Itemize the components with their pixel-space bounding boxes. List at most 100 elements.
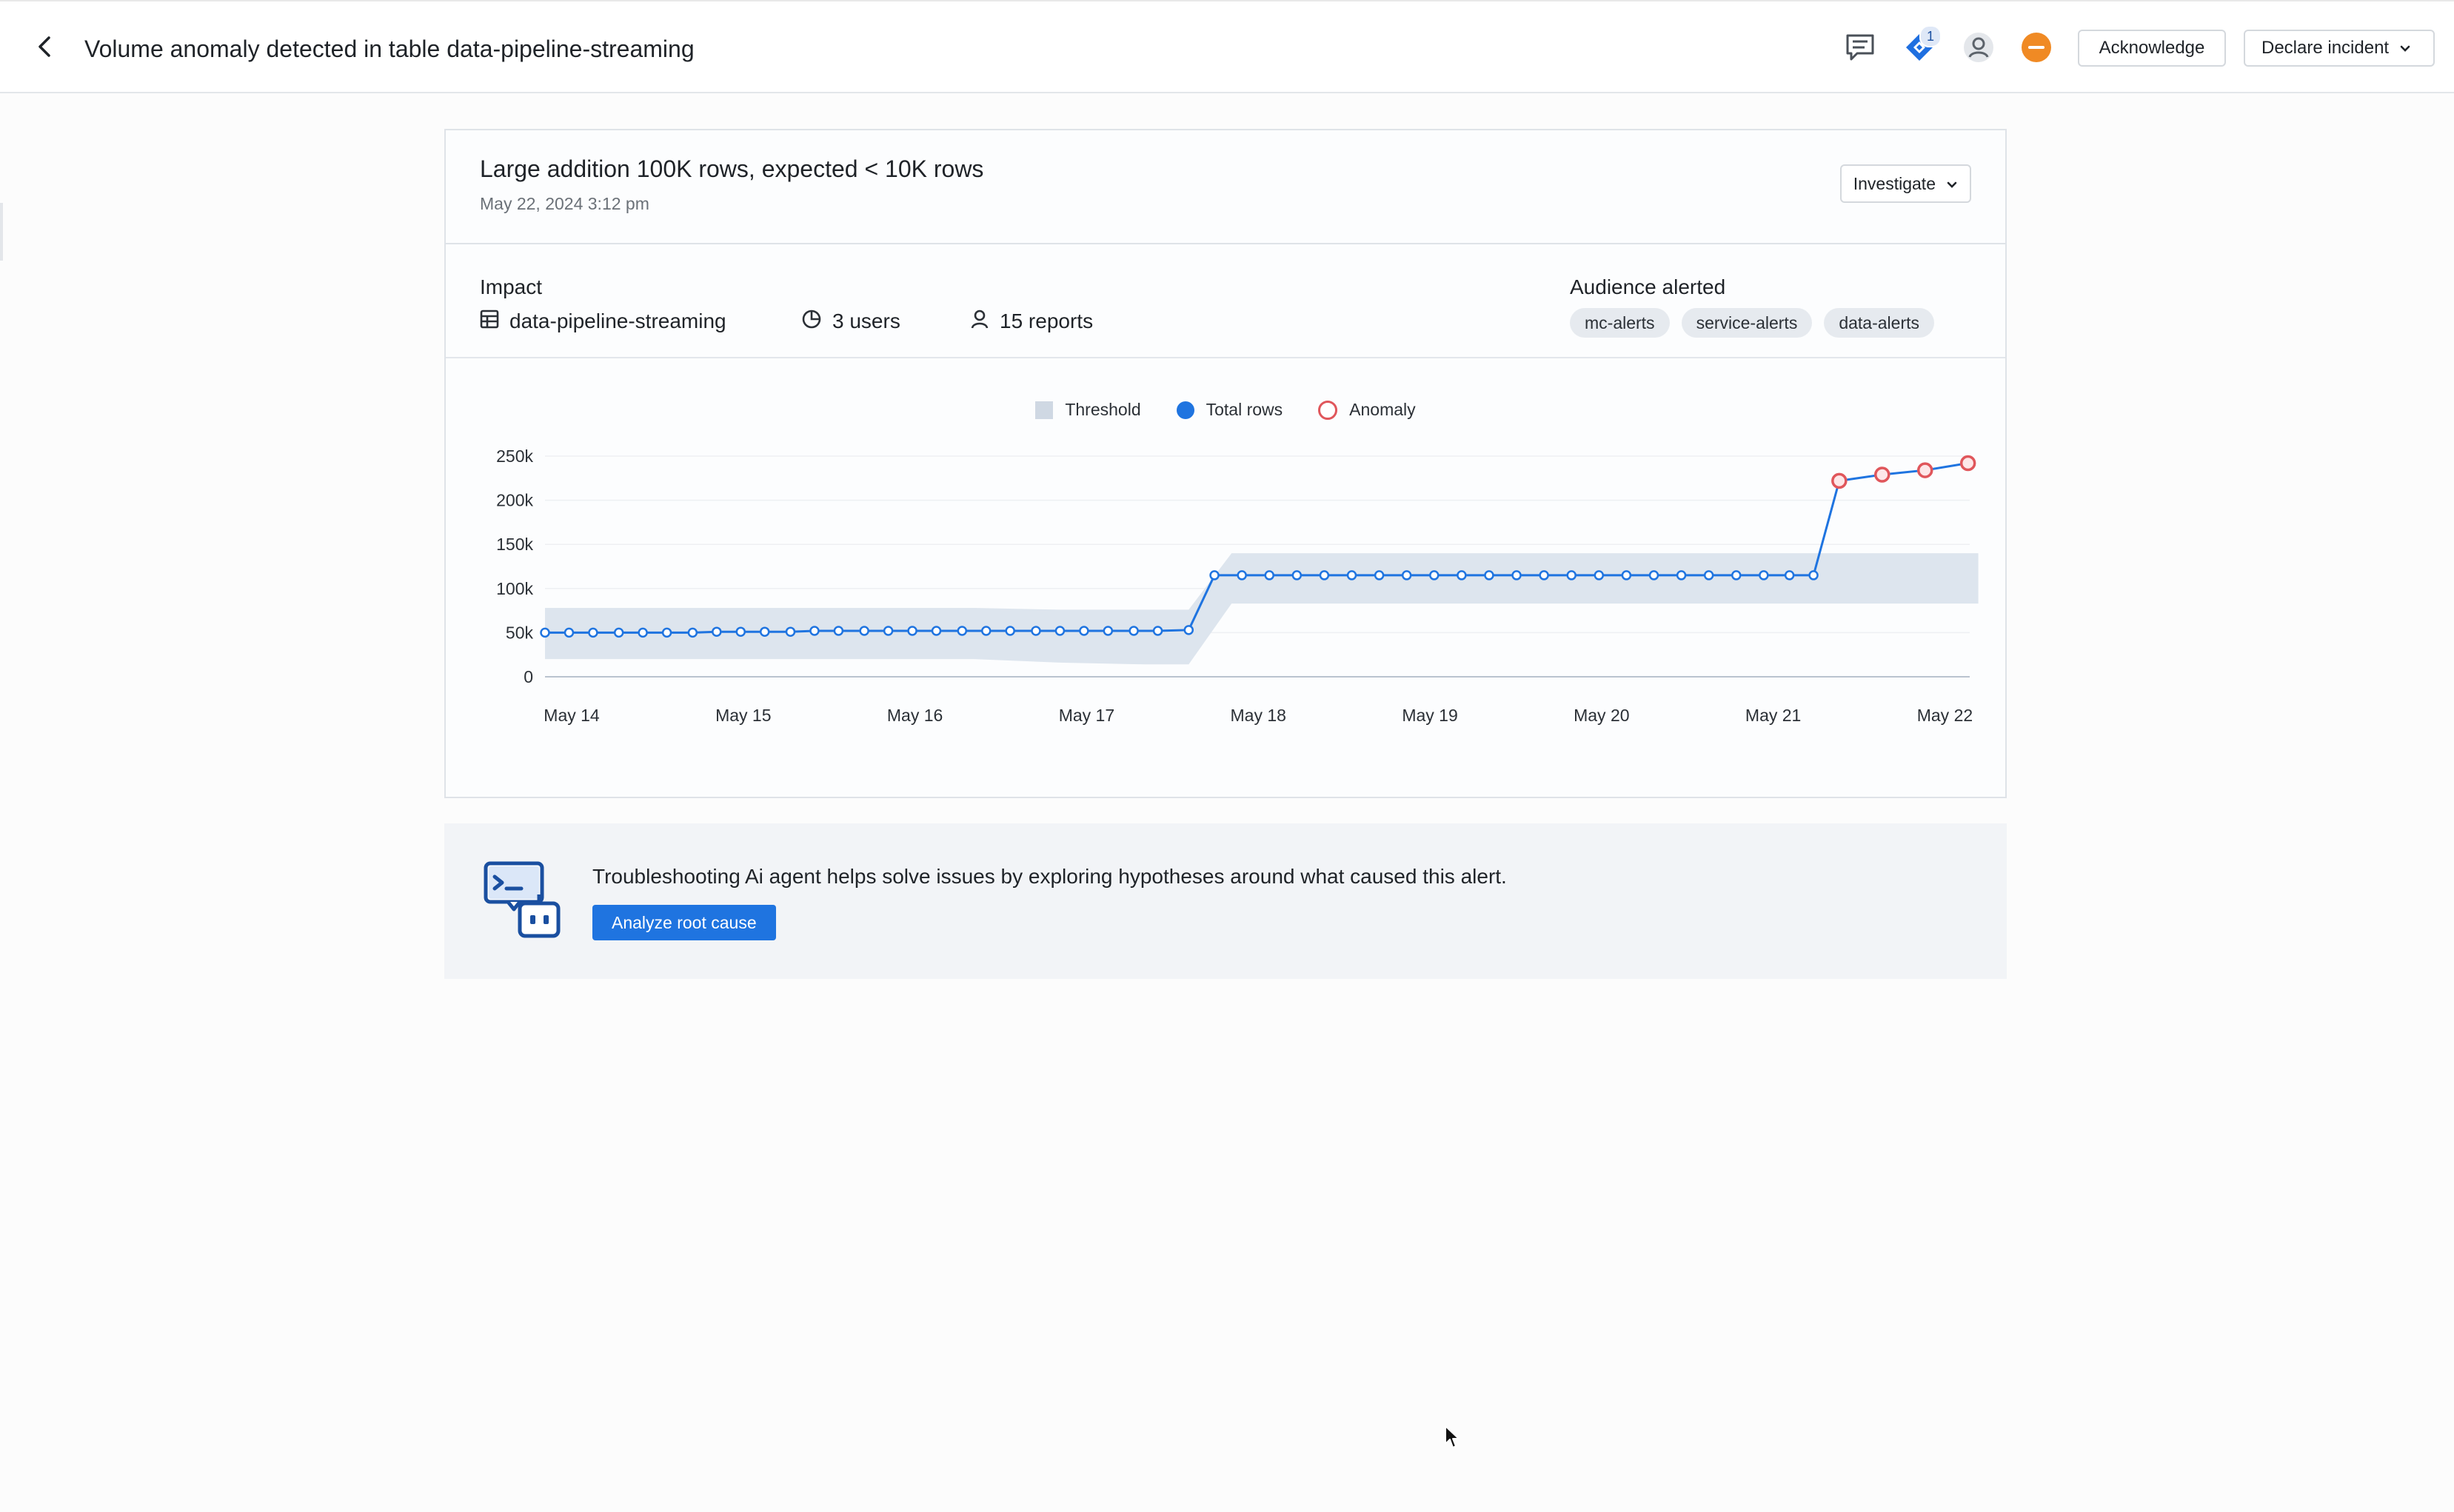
total-rows-point [1511,570,1522,581]
total-rows-point [759,626,770,637]
troubleshooting-agent-panel: Troubleshooting Ai agent helps solve iss… [444,823,2007,979]
y-tick-label: 50k [506,623,534,642]
total-rows-point [1346,570,1357,581]
x-tick-label: May 21 [1745,706,1801,725]
anomaly-point [1959,455,1976,472]
total-rows-point [687,627,698,638]
investigate-label: Investigate [1853,173,1936,193]
total-rows-point [1291,570,1303,581]
audience-label: Audience alerted [1570,275,1726,298]
total-rows-point [883,626,894,636]
jira-button[interactable]: 1 [1900,25,1942,68]
ai-agent-robot-icon [483,860,563,944]
y-tick-label: 100k [496,579,533,598]
anomaly-point [1916,462,1933,478]
total-rows-point [588,627,598,638]
total-rows-point [735,626,746,637]
audience-chip[interactable]: mc-alerts [1570,308,1670,338]
y-tick-label: 150k [496,535,533,554]
chart-plot: 0 50k 100k 150k 200k 250k May 14 May 15 May 16 Ma… [496,446,1979,725]
total-rows-point [1594,570,1605,581]
pie-chart-icon [801,309,832,335]
declare-incident-button[interactable]: Declare incident [2244,30,2435,67]
impact-label: Impact [480,275,543,298]
total-rows-point [1264,570,1274,581]
assignee-button[interactable] [1959,30,1998,68]
total-rows-point [1759,570,1769,581]
y-tick-label: 250k [496,446,533,466]
x-tick-label: May 16 [887,706,943,725]
impact-table-name: data-pipeline-streaming [509,310,726,332]
audience-chips: mc-alerts service-alerts data-alerts [1570,308,1934,338]
total-rows-line [545,462,1968,634]
impact-section: Impact data-pipeline-streaming 3 users 1… [446,244,2005,358]
total-rows-point [1621,570,1632,581]
total-rows-point [1676,570,1687,581]
analyze-root-cause-button[interactable]: Analyze root cause [592,905,776,940]
impact-table[interactable]: data-pipeline-streaming [480,307,726,336]
total-rows-point [907,626,917,636]
total-rows-point [1103,626,1114,636]
volume-chart: Threshold Total rows Anomaly 0 50k 100k 150… [446,358,2005,797]
back-button[interactable] [28,30,61,67]
status-minus-icon [2020,31,2053,67]
total-rows-point [540,627,550,638]
alert-header: Large addition 100K rows, expected < 10K… [446,130,2005,244]
total-rows-point [1054,626,1066,636]
total-rows-point [1703,570,1714,581]
audience-chip[interactable]: data-alerts [1824,308,1934,338]
x-tick-label: May 20 [1574,706,1629,725]
total-rows-point [980,626,992,636]
total-rows-point [931,626,942,636]
impact-reports-count: 15 reports [1000,310,1094,332]
total-rows-point [1566,570,1577,581]
status-button[interactable] [2017,30,2056,68]
total-rows-point [1539,570,1549,581]
total-rows-point [638,627,648,638]
chevron-down-icon [1946,174,1958,194]
total-rows-point [833,626,844,636]
x-tick-label: May 15 [715,706,771,725]
comments-button[interactable] [1841,30,1879,68]
left-edge-marker [0,203,3,261]
anomaly-point [1831,472,1848,489]
top-bar: Volume anomaly detected in table data-pi… [0,0,2454,93]
impact-reports[interactable]: 15 reports [970,307,1093,336]
chevron-down-icon [2399,38,2411,58]
total-rows-point [785,626,796,637]
total-rows-point [859,626,869,636]
total-rows-point [1079,626,1089,636]
x-tick-label: May 17 [1059,706,1114,725]
page-title: Volume anomaly detected in table data-pi… [84,36,695,62]
user-icon [1962,31,1995,67]
total-rows-point [1429,570,1440,581]
total-rows-point [1031,626,1041,636]
total-rows-point [1648,570,1659,581]
total-rows-point [1129,626,1139,636]
impact-users[interactable]: 3 users [801,307,900,336]
total-rows-point [613,627,624,638]
agent-description: Troubleshooting Ai agent helps solve iss… [592,865,1507,888]
total-rows-point [712,626,722,637]
total-rows-point [1374,570,1385,581]
total-rows-point [1401,570,1412,581]
total-rows-point [1457,570,1467,581]
jira-count-badge: 1 [1919,25,1942,47]
total-rows-point [564,627,575,638]
total-rows-point [1209,570,1220,581]
anomaly-point [1874,466,1890,483]
alert-card: Large addition 100K rows, expected < 10K… [444,129,2007,798]
acknowledge-button[interactable]: Acknowledge [2078,30,2226,67]
investigate-dropdown[interactable]: Investigate [1839,164,1971,203]
x-tick-label: May 14 [544,706,600,725]
total-rows-point [1784,570,1795,581]
table-icon [480,310,509,334]
total-rows-point [1808,570,1819,581]
total-rows-point [1005,626,1015,636]
total-rows-point [1152,626,1163,636]
total-rows-point [1237,570,1247,581]
audience-chip[interactable]: service-alerts [1681,308,1813,338]
chevron-left-icon [37,36,52,61]
person-icon [970,309,1000,335]
y-tick-label: 200k [496,491,533,510]
